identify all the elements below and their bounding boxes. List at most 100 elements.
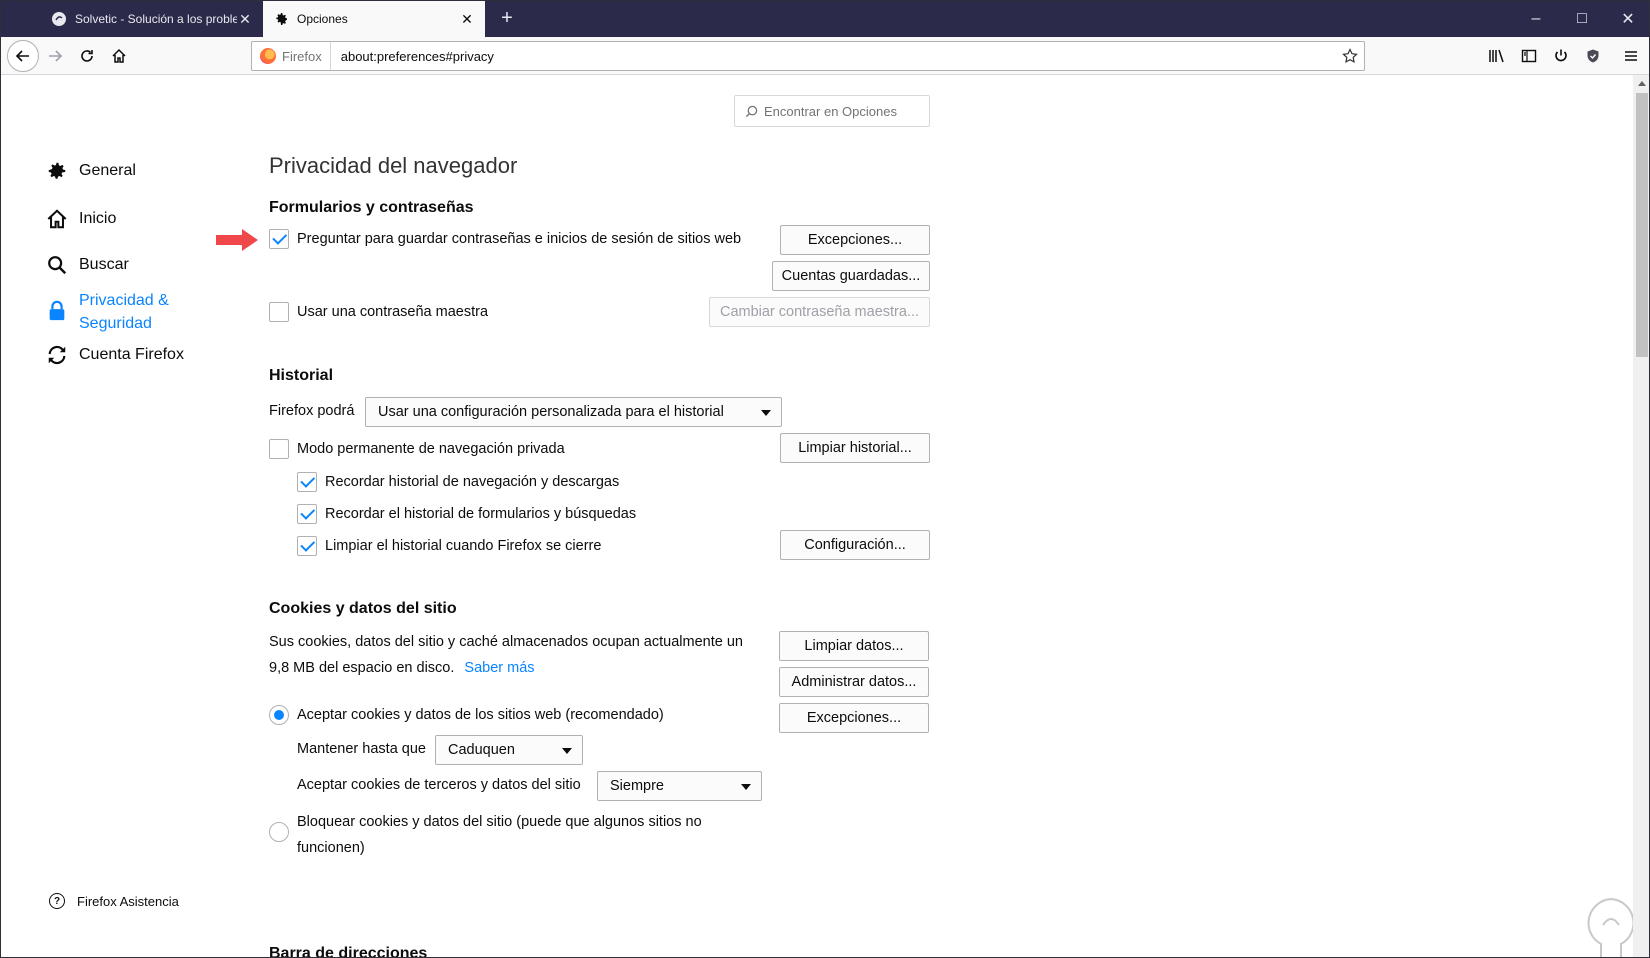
maximize-button[interactable]: □ xyxy=(1559,1,1605,37)
library-icon xyxy=(1489,49,1504,63)
identity-box[interactable]: Firefox xyxy=(252,42,331,70)
label-line: Seguridad xyxy=(79,315,152,332)
private-mode-checkbox[interactable]: Modo permanente de navegación privada xyxy=(269,439,565,459)
saved-logins-button[interactable]: Cuentas guardadas... xyxy=(772,261,930,291)
preferences-content: Encontrar en Opciones General Inicio Bus… xyxy=(1,75,1635,958)
ask-save-passwords-checkbox[interactable]: Preguntar para guardar contraseñas e ini… xyxy=(269,229,741,249)
sidebar-item-general[interactable]: General xyxy=(45,159,136,183)
close-tab-icon[interactable]: ✕ xyxy=(459,11,475,27)
minimize-button[interactable]: – xyxy=(1513,1,1559,37)
solvetic-icon xyxy=(51,11,67,27)
clear-on-close-checkbox[interactable]: Limpiar el historial cuando Firefox se c… xyxy=(297,536,601,556)
accept-cookies-radio[interactable]: Aceptar cookies y datos de los sitios we… xyxy=(269,705,664,725)
checkbox-unchecked[interactable] xyxy=(269,439,289,459)
checkbox-checked[interactable] xyxy=(297,504,317,524)
label-line: funcionen) xyxy=(297,840,365,856)
label-line: Bloquear cookies y datos del sitio (pued… xyxy=(297,814,702,830)
new-tab-button[interactable]: + xyxy=(495,7,519,31)
solvetic-watermark-logo xyxy=(1587,897,1635,957)
third-party-select[interactable]: Siempre xyxy=(597,771,762,801)
shield-button[interactable] xyxy=(1579,42,1607,70)
clear-history-button[interactable]: Limpiar historial... xyxy=(780,433,930,463)
select-value: Caduquen xyxy=(448,742,515,758)
search-icon xyxy=(745,105,758,118)
keep-until-label: Mantener hasta que xyxy=(297,741,426,757)
back-button[interactable] xyxy=(7,40,39,72)
gear-icon xyxy=(45,159,69,183)
sidebar-item-buscar[interactable]: Buscar xyxy=(45,253,129,277)
url-text[interactable]: about:preferences#privacy xyxy=(331,49,1336,64)
remember-forms-checkbox[interactable]: Recordar el historial de formularios y b… xyxy=(297,504,636,524)
select-value: Siempre xyxy=(610,778,664,794)
history-mode-select[interactable]: Usar una configuración personalizada par… xyxy=(365,397,782,427)
dropdown-arrow-icon xyxy=(562,748,572,754)
bookmark-star-icon[interactable] xyxy=(1336,42,1364,70)
sidebar-icon xyxy=(1521,49,1537,63)
history-settings-button[interactable]: Configuración... xyxy=(780,530,930,560)
home-button[interactable] xyxy=(105,42,133,70)
cookie-exceptions-button[interactable]: Excepciones... xyxy=(779,703,929,733)
clear-data-button[interactable]: Limpiar datos... xyxy=(779,631,929,661)
scrollbar-thumb[interactable] xyxy=(1636,93,1648,357)
history-mode-label: Firefox podrá xyxy=(269,403,355,419)
section-heading-history: Historial xyxy=(269,367,334,384)
navigation-toolbar: Firefox about:preferences#privacy xyxy=(1,37,1649,75)
page-title: Privacidad del navegador xyxy=(269,153,518,178)
sidebar-item-label: Privacidad & Seguridad xyxy=(79,289,169,335)
help-label: Firefox Asistencia xyxy=(77,893,179,909)
section-heading-forms: Formularios y contraseñas xyxy=(269,199,474,216)
change-master-password-button[interactable]: Cambiar contraseña maestra... xyxy=(709,297,930,327)
identity-label: Firefox xyxy=(282,48,322,64)
radio-selected[interactable] xyxy=(269,705,289,725)
checkbox-unchecked[interactable] xyxy=(269,302,289,322)
sync-icon xyxy=(45,343,69,367)
library-button[interactable] xyxy=(1483,42,1511,70)
menu-button[interactable] xyxy=(1617,42,1645,70)
manage-data-button[interactable]: Administrar datos... xyxy=(779,667,929,697)
help-icon: ? xyxy=(49,893,65,909)
tab-opciones[interactable]: Opciones ✕ xyxy=(263,1,485,37)
sidebar-item-cuenta[interactable]: Cuenta Firefox xyxy=(45,343,184,367)
dropdown-arrow-icon xyxy=(761,410,771,416)
radio-unselected[interactable] xyxy=(269,822,289,842)
remember-browsing-checkbox[interactable]: Recordar historial de navegación y desca… xyxy=(297,472,619,492)
sidebar-item-label: Inicio xyxy=(79,210,117,227)
learn-more-link[interactable]: Saber más xyxy=(464,660,534,676)
tab-bar: Solvetic - Solución a los proble ✕ Opcio… xyxy=(1,1,1649,37)
checkbox-label: Modo permanente de navegación privada xyxy=(297,441,565,457)
sidebar-item-inicio[interactable]: Inicio xyxy=(45,207,116,231)
block-cookies-radio[interactable]: Bloquear cookies y datos del sitio (pued… xyxy=(269,809,702,861)
maximize-icon: □ xyxy=(1577,10,1587,27)
forward-arrow-icon xyxy=(49,50,63,62)
tab-title: Opciones xyxy=(297,12,348,26)
sidebar-item-privacy[interactable]: Privacidad & Seguridad xyxy=(45,289,169,335)
checkbox-label: Usar una contraseña maestra xyxy=(297,304,489,320)
power-button[interactable] xyxy=(1547,42,1575,70)
master-password-checkbox[interactable]: Usar una contraseña maestra xyxy=(269,302,488,322)
close-tab-icon[interactable]: ✕ xyxy=(237,11,253,27)
tab-solvetic[interactable]: Solvetic - Solución a los proble ✕ xyxy=(41,1,263,37)
lock-icon xyxy=(45,299,69,323)
home-icon xyxy=(45,207,69,231)
section-heading-cookies: Cookies y datos del sitio xyxy=(269,600,457,617)
dropdown-arrow-icon xyxy=(741,784,751,790)
sidebar-button[interactable] xyxy=(1515,42,1543,70)
forward-button[interactable] xyxy=(41,42,69,70)
checkbox-checked[interactable] xyxy=(269,229,289,249)
close-window-button[interactable]: ✕ xyxy=(1605,1,1649,37)
checkbox-checked[interactable] xyxy=(297,536,317,556)
section-heading-address-bar: Barra de direcciones xyxy=(269,945,428,958)
keep-until-select[interactable]: Caduquen xyxy=(435,735,583,765)
radio-label: Bloquear cookies y datos del sitio (pued… xyxy=(297,809,702,861)
sidebar-item-label: Buscar xyxy=(79,256,129,273)
reload-button[interactable] xyxy=(73,42,101,70)
tab-title: Solvetic - Solución a los proble xyxy=(75,12,237,26)
checkbox-checked[interactable] xyxy=(297,472,317,492)
scrollbar[interactable] xyxy=(1633,75,1649,957)
scroll-up-arrow-icon[interactable] xyxy=(1638,81,1646,86)
password-exceptions-button[interactable]: Excepciones... xyxy=(780,225,930,255)
minimize-icon: – xyxy=(1531,10,1541,27)
search-input[interactable]: Encontrar en Opciones xyxy=(734,95,930,127)
url-bar[interactable]: Firefox about:preferences#privacy xyxy=(251,41,1365,71)
help-link[interactable]: ? Firefox Asistencia xyxy=(49,893,179,909)
